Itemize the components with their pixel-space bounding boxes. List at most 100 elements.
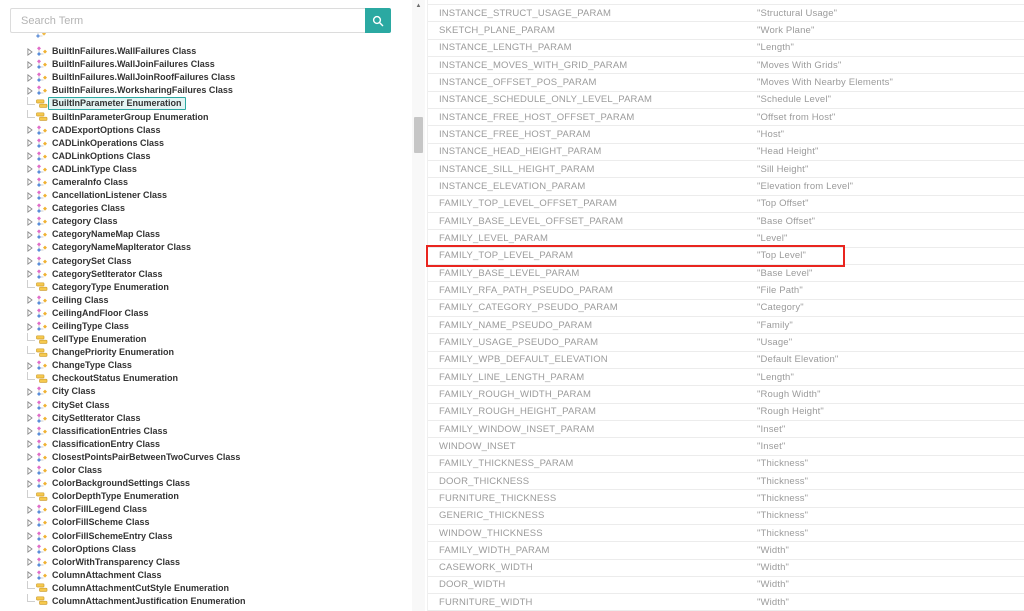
expander-icon[interactable] bbox=[27, 165, 36, 173]
tree-item-checkoutstatus-enumeration[interactable]: CheckoutStatus Enumeration bbox=[0, 372, 412, 385]
tree-item-colordepthtype-enumeration[interactable]: ColorDepthType Enumeration bbox=[0, 490, 412, 503]
tree-item-builtinparametergroup-enumeration[interactable]: BuiltInParameterGroup Enumeration bbox=[0, 110, 412, 123]
tree-item-cadlinktype-class[interactable]: CADLinkType Class bbox=[0, 163, 412, 176]
tree-item-changetype-class[interactable]: ChangeType Class bbox=[0, 359, 412, 372]
class-tree: BuiltInFailures.WallFailures ClassBuiltI… bbox=[0, 45, 412, 608]
expander-icon[interactable] bbox=[27, 309, 36, 317]
expander-icon[interactable] bbox=[27, 480, 36, 488]
tree-item-builtinfailures-wallfailures-class[interactable]: BuiltInFailures.WallFailures Class bbox=[0, 45, 412, 58]
table-row: FAMILY_LINE_LENGTH_PARAM"Length" bbox=[428, 369, 1024, 386]
expander-icon[interactable] bbox=[27, 257, 36, 265]
expander-icon[interactable] bbox=[27, 571, 36, 579]
tree-item-categorysetiterator-class[interactable]: CategorySetIterator Class bbox=[0, 268, 412, 281]
expander-icon[interactable] bbox=[27, 270, 36, 278]
tree-item-classificationentries-class[interactable]: ClassificationEntries Class bbox=[0, 425, 412, 438]
expander-icon[interactable] bbox=[27, 558, 36, 566]
tree-item-categories-class[interactable]: Categories Class bbox=[0, 202, 412, 215]
tree-item-columnattachmentjustification-enumeration[interactable]: ColumnAttachmentJustification Enumeratio… bbox=[0, 595, 412, 608]
tree-item-categorynamemap-class[interactable]: CategoryNameMap Class bbox=[0, 228, 412, 241]
tree-item-label: Categories Class bbox=[52, 203, 125, 214]
param-name: FAMILY_ROUGH_WIDTH_PARAM bbox=[428, 389, 757, 400]
tree-item-city-class[interactable]: City Class bbox=[0, 385, 412, 398]
param-name: GENERIC_THICKNESS bbox=[428, 510, 757, 521]
tree-item-coloroptions-class[interactable]: ColorOptions Class bbox=[0, 543, 412, 556]
expander-icon[interactable] bbox=[27, 178, 36, 186]
tree-item-ceilingtype-class[interactable]: CeilingType Class bbox=[0, 320, 412, 333]
tree-item-category-class[interactable]: Category Class bbox=[0, 215, 412, 228]
expander-icon[interactable] bbox=[27, 218, 36, 226]
param-name: FAMILY_WIDTH_PARAM bbox=[428, 545, 757, 556]
tree-item-categorytype-enumeration[interactable]: CategoryType Enumeration bbox=[0, 281, 412, 294]
expander-icon[interactable] bbox=[27, 152, 36, 160]
tree-item-classificationentry-class[interactable]: ClassificationEntry Class bbox=[0, 438, 412, 451]
tree-item-cadlinkoptions-class[interactable]: CADLinkOptions Class bbox=[0, 150, 412, 163]
tree-item-colorwithtransparency-class[interactable]: ColorWithTransparency Class bbox=[0, 556, 412, 569]
tree-item-colorfillscheme-class[interactable]: ColorFillScheme Class bbox=[0, 516, 412, 529]
expander-icon[interactable] bbox=[27, 414, 36, 422]
tree-item-color-class[interactable]: Color Class bbox=[0, 464, 412, 477]
expander-icon[interactable] bbox=[27, 467, 36, 475]
param-name: FAMILY_LEVEL_PARAM bbox=[428, 233, 757, 244]
expander-icon[interactable] bbox=[27, 87, 36, 95]
expander-icon[interactable] bbox=[27, 388, 36, 396]
expander-icon[interactable] bbox=[27, 296, 36, 304]
expander-icon[interactable] bbox=[27, 427, 36, 435]
tree-item-builtinfailures-walljoinfailures-class[interactable]: BuiltInFailures.WallJoinFailures Class bbox=[0, 58, 412, 71]
expander-icon[interactable] bbox=[27, 519, 36, 527]
tree-item-categoryset-class[interactable]: CategorySet Class bbox=[0, 255, 412, 268]
expander-icon[interactable] bbox=[27, 532, 36, 540]
expander-icon[interactable] bbox=[27, 440, 36, 448]
tree-item-builtinfailures-worksharingfailures-class[interactable]: BuiltInFailures.WorksharingFailures Clas… bbox=[0, 84, 412, 97]
table-row: INSTANCE_OFFSET_POS_PARAM"Moves With Nea… bbox=[428, 74, 1024, 91]
expander-icon[interactable] bbox=[27, 74, 36, 82]
expander-icon[interactable] bbox=[27, 205, 36, 213]
class-icon bbox=[36, 177, 48, 188]
tree-item-citysetiterator-class[interactable]: CitySetIterator Class bbox=[0, 412, 412, 425]
tree-connector-icon bbox=[27, 581, 35, 589]
table-row: FAMILY_TOP_LEVEL_OFFSET_PARAM"Top Offset… bbox=[428, 196, 1024, 213]
expander-icon[interactable] bbox=[27, 61, 36, 69]
expander-icon[interactable] bbox=[27, 453, 36, 461]
expander-icon[interactable] bbox=[27, 323, 36, 331]
tree-item-cancellationlistener-class[interactable]: CancellationListener Class bbox=[0, 189, 412, 202]
expander-icon[interactable] bbox=[27, 401, 36, 409]
search-button[interactable] bbox=[365, 8, 391, 33]
scrollbar-thumb[interactable] bbox=[414, 117, 423, 153]
tree-item-label: ChangePriority Enumeration bbox=[52, 347, 174, 358]
expander-icon[interactable] bbox=[27, 192, 36, 200]
expander-icon[interactable] bbox=[27, 362, 36, 370]
table-row: INSTANCE_FREE_HOST_OFFSET_PARAM"Offset f… bbox=[428, 109, 1024, 126]
param-value: "File Path" bbox=[757, 285, 1024, 296]
tree-item-columnattachment-class[interactable]: ColumnAttachment Class bbox=[0, 569, 412, 582]
tree-item-builtinparameter-enumeration[interactable]: BuiltInParameter Enumeration bbox=[0, 97, 412, 110]
expander-icon[interactable] bbox=[27, 506, 36, 514]
tree-item-closestpointspairbetweentwocurves-class[interactable]: ClosestPointsPairBetweenTwoCurves Class bbox=[0, 451, 412, 464]
tree-item-colorbackgroundsettings-class[interactable]: ColorBackgroundSettings Class bbox=[0, 477, 412, 490]
search-input[interactable] bbox=[10, 8, 365, 33]
expander-icon[interactable] bbox=[27, 244, 36, 252]
tree-item-colorfilllegend-class[interactable]: ColorFillLegend Class bbox=[0, 503, 412, 516]
expander-icon[interactable] bbox=[27, 139, 36, 147]
expander-icon[interactable] bbox=[27, 48, 36, 56]
param-name: INSTANCE_LENGTH_PARAM bbox=[428, 42, 757, 53]
tree-item-cityset-class[interactable]: CitySet Class bbox=[0, 399, 412, 412]
tree-item-columnattachmentcutstyle-enumeration[interactable]: ColumnAttachmentCutStyle Enumeration bbox=[0, 582, 412, 595]
tree-item-ceilingandfloor-class[interactable]: CeilingAndFloor Class bbox=[0, 307, 412, 320]
tree-item-ceiling-class[interactable]: Ceiling Class bbox=[0, 294, 412, 307]
expander-icon[interactable] bbox=[27, 545, 36, 553]
tree-item-camerainfo-class[interactable]: CameraInfo Class bbox=[0, 176, 412, 189]
tree-item-changepriority-enumeration[interactable]: ChangePriority Enumeration bbox=[0, 346, 412, 359]
tree-item-cadexportoptions-class[interactable]: CADExportOptions Class bbox=[0, 124, 412, 137]
tree-item-builtinfailures-walljoinrooffailures-class[interactable]: BuiltInFailures.WallJoinRoofFailures Cla… bbox=[0, 71, 412, 84]
tree-item-cadlinkoperations-class[interactable]: CADLinkOperations Class bbox=[0, 137, 412, 150]
expander-icon[interactable] bbox=[27, 126, 36, 134]
tree-item-categorynamemapiterator-class[interactable]: CategoryNameMapIterator Class bbox=[0, 241, 412, 254]
scroll-up-arrow[interactable]: ▲ bbox=[412, 2, 425, 10]
tree-item-celltype-enumeration[interactable]: CellType Enumeration bbox=[0, 333, 412, 346]
class-icon bbox=[36, 72, 48, 83]
tree-item-colorfillschemeentry-class[interactable]: ColorFillSchemeEntry Class bbox=[0, 529, 412, 542]
sidebar-scrollbar[interactable]: ▲ bbox=[412, 0, 425, 611]
param-name: FURNITURE_THICKNESS bbox=[428, 493, 757, 504]
expander-icon[interactable] bbox=[27, 231, 36, 239]
param-value: "Length" bbox=[757, 372, 1024, 383]
